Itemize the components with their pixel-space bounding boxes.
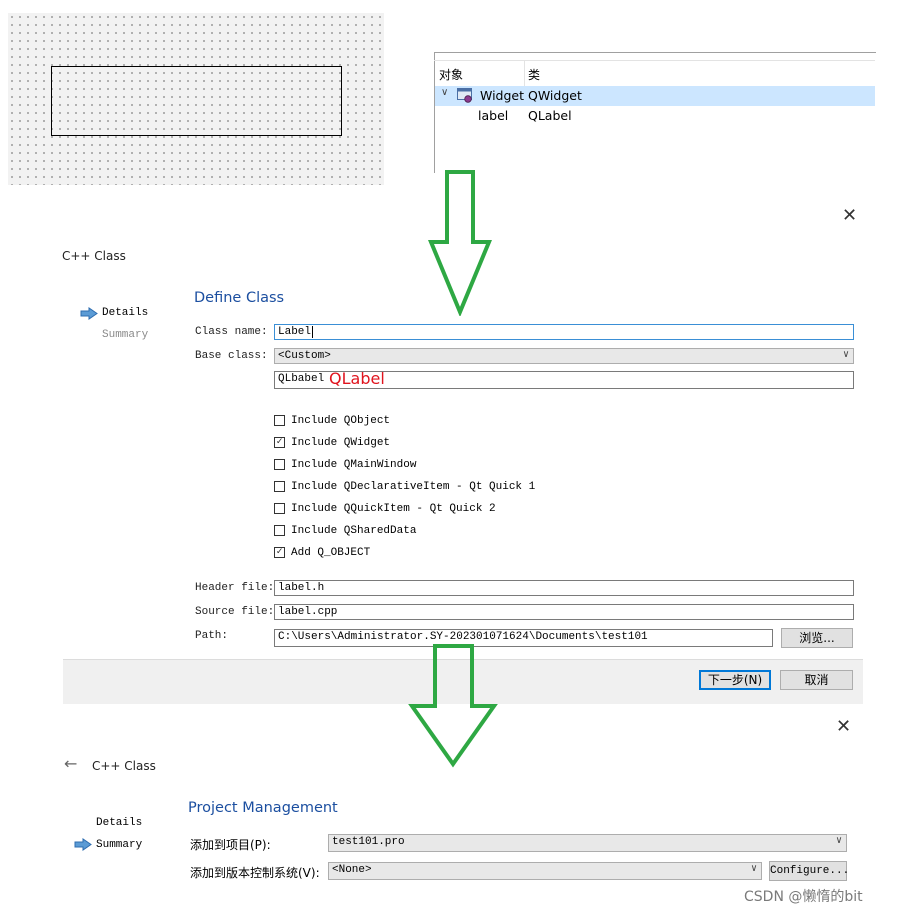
down-arrow-annotation-2 bbox=[408, 644, 498, 768]
inspector-object-name: label bbox=[478, 108, 509, 123]
step-summary: Summary bbox=[102, 329, 149, 341]
header-file-label: Header file: bbox=[195, 582, 275, 594]
header-file-field[interactable]: label.h bbox=[274, 580, 854, 596]
column-class[interactable]: 类 bbox=[528, 66, 540, 83]
path-field[interactable]: C:\Users\Administrator.SY-202301071624\D… bbox=[274, 629, 773, 647]
header-file-value: label.h bbox=[278, 582, 325, 594]
class-name-field[interactable]: Label bbox=[274, 324, 854, 340]
section-title: Project Management bbox=[188, 800, 338, 816]
step-details: Details bbox=[102, 307, 149, 319]
watermark: CSDN @懒惰的bit bbox=[744, 889, 863, 905]
checkbox-label: Add Q_OBJECT bbox=[291, 547, 371, 559]
source-file-label: Source file: bbox=[195, 606, 275, 618]
next-button[interactable]: 下一步(N) bbox=[699, 670, 771, 690]
checkbox-box[interactable] bbox=[274, 525, 285, 536]
cancel-button[interactable]: 取消 bbox=[780, 670, 853, 690]
close-icon[interactable]: ✕ bbox=[836, 716, 851, 737]
inspector-row-widget[interactable]: ∨ Widget QWidget bbox=[435, 86, 875, 106]
base-class-value: <Custom> bbox=[278, 350, 331, 362]
red-annotation: QLabel bbox=[329, 369, 385, 388]
checkbox-box[interactable] bbox=[274, 503, 285, 514]
object-inspector-header bbox=[434, 60, 875, 87]
checkbox-label: Include QQuickItem - Qt Quick 2 bbox=[291, 503, 496, 515]
checkbox-box[interactable] bbox=[274, 459, 285, 470]
column-divider bbox=[524, 60, 525, 86]
checkmark-icon[interactable]: ✓ bbox=[274, 437, 285, 448]
project-value: test101.pro bbox=[332, 836, 405, 848]
current-step-arrow-icon bbox=[74, 838, 92, 856]
add-to-project-label: 添加到项目(P): bbox=[190, 838, 271, 852]
text-cursor bbox=[312, 326, 314, 338]
class-name-value: Label bbox=[278, 326, 312, 338]
close-icon[interactable]: ✕ bbox=[842, 205, 857, 226]
step-details: Details bbox=[96, 817, 143, 829]
widget-icon bbox=[457, 88, 472, 103]
inspector-class-name: QLabel bbox=[528, 108, 572, 123]
base-class-label: Base class: bbox=[195, 350, 268, 362]
class-name-label: Class name: bbox=[195, 326, 268, 338]
checkbox-label: Include QObject bbox=[291, 415, 391, 427]
current-step-arrow-icon bbox=[80, 307, 98, 325]
inspector-object-name: Widget bbox=[480, 88, 525, 103]
checkmark-icon[interactable]: ✓ bbox=[274, 547, 285, 558]
checkbox-label: Include QWidget bbox=[291, 437, 391, 449]
checkbox-label: Include QMainWindow bbox=[291, 459, 417, 471]
inspector-class-name: QWidget bbox=[528, 88, 582, 103]
path-label: Path: bbox=[195, 630, 229, 642]
source-file-field[interactable]: label.cpp bbox=[274, 604, 854, 620]
dialog-title: C++ Class bbox=[62, 249, 126, 263]
chevron-down-icon: ∨ bbox=[750, 864, 757, 875]
checkbox-label: Include QSharedData bbox=[291, 525, 417, 537]
back-arrow-icon[interactable]: ← bbox=[64, 754, 77, 773]
add-to-vcs-label: 添加到版本控制系统(V): bbox=[190, 866, 320, 880]
chevron-down-icon: ∨ bbox=[842, 350, 849, 361]
label-widget-placeholder[interactable] bbox=[51, 66, 342, 136]
section-title: Define Class bbox=[194, 290, 285, 306]
vcs-value: <None> bbox=[332, 864, 372, 876]
checkbox-box[interactable] bbox=[274, 481, 285, 492]
checkbox-label: Include QDeclarativeItem - Qt Quick 1 bbox=[291, 481, 536, 493]
configure-button[interactable]: Configure... bbox=[769, 861, 849, 881]
chevron-down-icon[interactable]: ∨ bbox=[441, 87, 448, 98]
path-value: C:\Users\Administrator.SY-202301071624\D… bbox=[278, 631, 648, 643]
step-summary: Summary bbox=[96, 839, 143, 851]
custom-base-class-value: QLbabel bbox=[278, 373, 325, 385]
chevron-down-icon: ∨ bbox=[835, 836, 842, 847]
checkbox-box[interactable] bbox=[274, 415, 285, 426]
browse-button[interactable]: 浏览... bbox=[781, 628, 853, 648]
source-file-value: label.cpp bbox=[278, 606, 338, 618]
column-object[interactable]: 对象 bbox=[439, 66, 463, 83]
base-class-combo[interactable]: <Custom> ∨ bbox=[274, 348, 854, 364]
inspector-row-label[interactable]: label QLabel bbox=[435, 106, 875, 126]
add-to-project-combo[interactable]: test101.pro ∨ bbox=[328, 834, 847, 852]
dialog-title: C++ Class bbox=[92, 759, 156, 773]
down-arrow-annotation-1 bbox=[428, 170, 492, 316]
add-to-vcs-combo[interactable]: <None> ∨ bbox=[328, 862, 762, 880]
